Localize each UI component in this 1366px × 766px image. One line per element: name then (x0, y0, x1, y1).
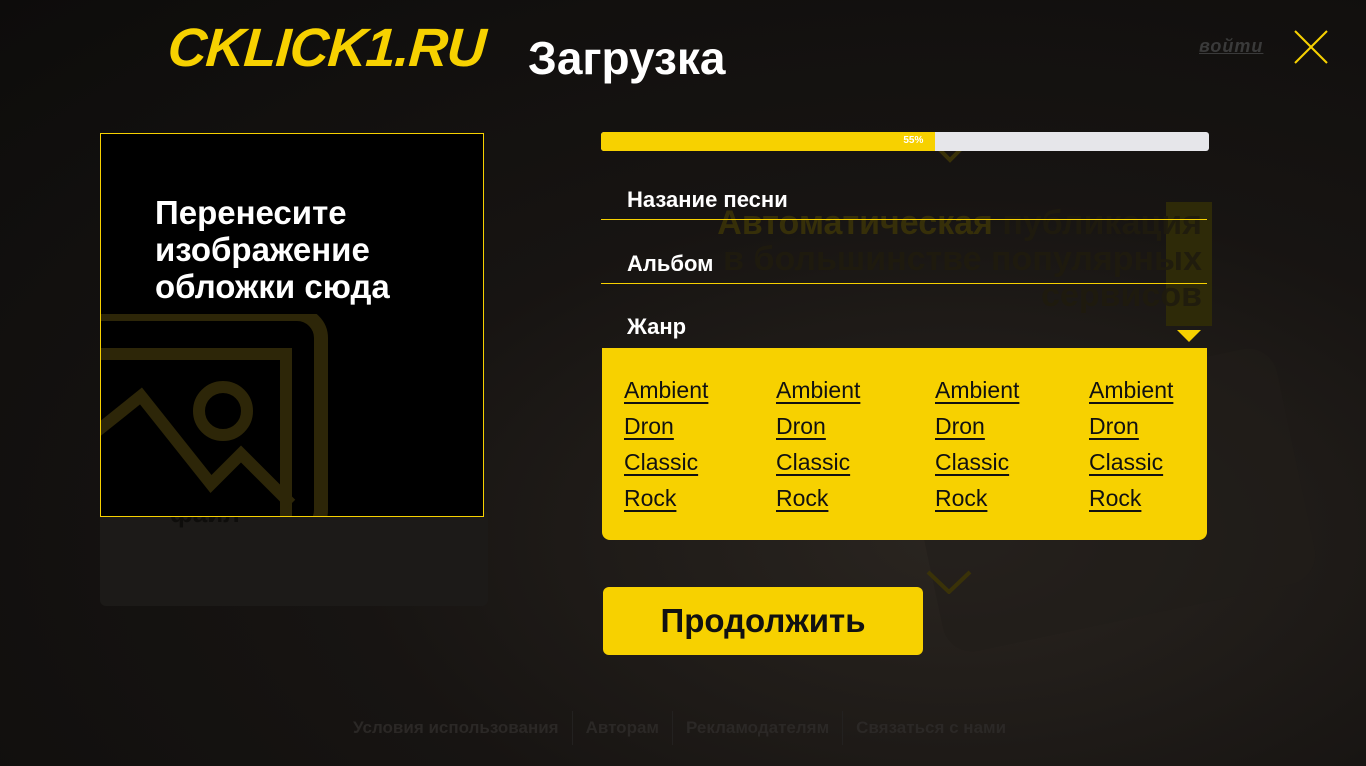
page-title: Загрузка (528, 32, 726, 84)
album-field[interactable]: Альбом (601, 249, 1207, 284)
genre-option[interactable]: Rock (624, 480, 708, 516)
footer-link-advertisers[interactable]: Рекламодателям (673, 718, 842, 738)
image-icon (101, 314, 328, 516)
genre-label: Жанр (627, 314, 687, 339)
continue-button[interactable]: Продолжить (603, 587, 923, 655)
genre-option[interactable]: Classic (935, 444, 1019, 480)
genre-option[interactable]: Dron (1089, 408, 1173, 444)
genre-option[interactable]: Ambient (1089, 372, 1173, 408)
genre-dropdown: Ambient Dron Classic Rock Ambient Dron C… (602, 348, 1207, 540)
genre-option[interactable]: Ambient (624, 372, 708, 408)
footer-link-authors[interactable]: Авторам (573, 718, 672, 738)
footer-link-terms[interactable]: Условия использования (340, 718, 572, 738)
genre-option[interactable]: Classic (1089, 444, 1173, 480)
cover-dropzone[interactable]: Перенесите изображение обложки сюда (100, 133, 484, 517)
chevron-down-icon[interactable] (1177, 330, 1201, 342)
genre-option[interactable]: Dron (935, 408, 1019, 444)
song-name-field[interactable]: Назание песни (601, 185, 1207, 220)
genre-option[interactable]: Rock (776, 480, 860, 516)
genre-option[interactable]: Classic (624, 444, 708, 480)
background-check-icon (926, 570, 972, 594)
login-link[interactable]: войти (1199, 36, 1263, 57)
genre-option[interactable]: Dron (624, 408, 708, 444)
dropzone-instructions: Перенесите изображение обложки сюда (155, 194, 390, 305)
upload-progress-fill: 55% (601, 132, 936, 151)
genre-option[interactable]: Dron (776, 408, 860, 444)
genre-column: Ambient Dron Classic Rock (935, 372, 1019, 516)
genre-option[interactable]: Ambient (776, 372, 860, 408)
genre-option[interactable]: Rock (1089, 480, 1173, 516)
genre-column: Ambient Dron Classic Rock (1089, 372, 1173, 516)
upload-progress-bar: 55% (601, 132, 1209, 151)
footer-link-contact[interactable]: Связаться с нами (843, 718, 1019, 738)
album-label: Альбом (627, 251, 714, 276)
close-icon[interactable] (1293, 29, 1329, 65)
genre-option[interactable]: Rock (935, 480, 1019, 516)
genre-option[interactable]: Classic (776, 444, 860, 480)
genre-select[interactable]: Жанр (601, 312, 1207, 346)
song-name-label: Назание песни (627, 187, 788, 212)
site-logo[interactable]: CKLICK1.RU (166, 18, 487, 78)
footer-nav: Условия использования Авторам Рекламодат… (340, 710, 1019, 746)
genre-option[interactable]: Ambient (935, 372, 1019, 408)
genre-column: Ambient Dron Classic Rock (624, 372, 708, 516)
background-card (100, 510, 488, 606)
upload-progress-label: 55% (903, 135, 924, 146)
genre-column: Ambient Dron Classic Rock (776, 372, 860, 516)
